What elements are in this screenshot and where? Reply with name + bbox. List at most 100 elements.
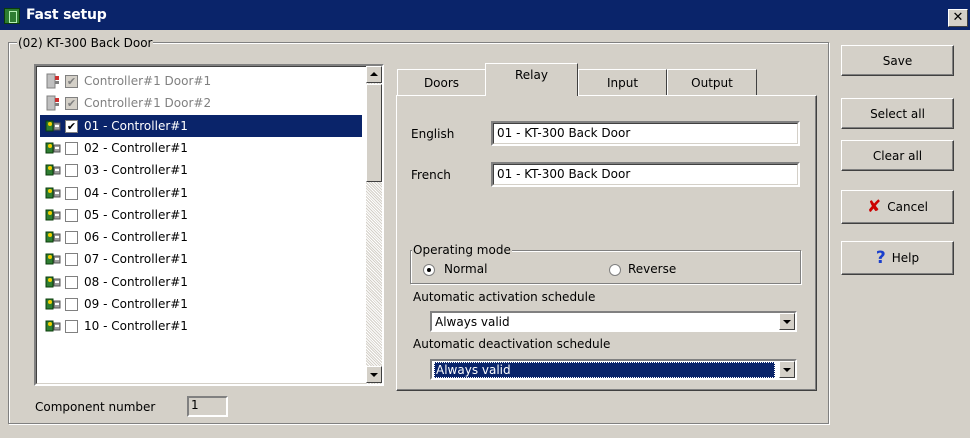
deactivation-schedule-value: Always valid xyxy=(434,362,775,378)
select-all-button-label: Select all xyxy=(870,106,925,121)
french-name-value: 01 - KT-300 Back Door xyxy=(497,167,631,181)
relay-icon xyxy=(45,229,61,245)
list-item-label: 10 - Controller#1 xyxy=(84,319,188,334)
list-item-checkbox[interactable]: ✔ xyxy=(65,119,78,133)
list-item[interactable]: 10 - Controller#1 xyxy=(40,315,362,337)
relay-icon xyxy=(45,140,61,156)
list-item-label: 08 - Controller#1 xyxy=(84,274,188,289)
english-name-value: 01 - KT-300 Back Door xyxy=(497,126,631,140)
list-item-label: 04 - Controller#1 xyxy=(84,185,188,200)
list-item-checkbox[interactable] xyxy=(65,275,78,289)
controller-list[interactable]: ✔ Controller#1 Door#1 ✔ Controller#1 Door#2… xyxy=(34,64,384,386)
list-item-label: 02 - Controller#1 xyxy=(84,140,188,155)
list-item[interactable]: 07 - Controller#1 xyxy=(40,248,362,270)
list-item[interactable]: 03 - Controller#1 xyxy=(40,159,362,181)
tab-input[interactable]: Input xyxy=(578,69,667,95)
list-item[interactable]: 05 - Controller#1 xyxy=(40,204,362,226)
cancel-button-label: Cancel xyxy=(887,200,928,214)
normal-radio-label[interactable]: Normal xyxy=(444,262,487,276)
window-title: Fast setup xyxy=(26,7,107,23)
list-item-label: 01 - Controller#1 xyxy=(84,118,188,133)
close-icon: ✕ xyxy=(952,10,964,25)
help-button[interactable]: ? Help xyxy=(841,241,954,275)
list-item-checkbox[interactable] xyxy=(65,186,78,200)
normal-radio[interactable] xyxy=(423,264,435,276)
list-item-checkbox[interactable] xyxy=(65,164,78,178)
scroll-up-button[interactable] xyxy=(366,66,382,83)
list-item[interactable]: 09 - Controller#1 xyxy=(40,293,362,315)
list-item-label: 09 - Controller#1 xyxy=(84,297,188,311)
list-item-label: 03 - Controller#1 xyxy=(84,163,188,178)
tab-doors-label: Doors xyxy=(423,76,460,90)
list-item-checkbox[interactable] xyxy=(65,208,78,222)
tab-output-label: Output xyxy=(691,76,733,90)
component-number-value: 1 xyxy=(191,398,199,412)
door-icon xyxy=(45,73,61,89)
list-item-checkbox[interactable] xyxy=(65,298,78,311)
relay-icon xyxy=(45,274,61,290)
save-button[interactable]: Save xyxy=(841,45,954,76)
list-item[interactable]: 06 - Controller#1 xyxy=(40,226,362,248)
close-icon: ✘ xyxy=(867,197,882,217)
select-all-button[interactable]: Select all xyxy=(841,98,954,129)
relay-icon xyxy=(45,296,61,312)
deactivation-schedule-label: Automatic deactivation schedule xyxy=(413,337,611,351)
english-name-input[interactable]: 01 - KT-300 Back Door xyxy=(491,121,800,146)
activation-dropdown-button[interactable] xyxy=(779,313,795,330)
list-item-label: Controller#1 Door#1 xyxy=(84,74,212,88)
list-item-checkbox[interactable] xyxy=(65,231,78,245)
relay-icon xyxy=(45,207,61,223)
reverse-radio[interactable] xyxy=(609,264,621,276)
relay-icon xyxy=(45,162,61,178)
component-number-label: Component number xyxy=(35,400,156,414)
list-item[interactable]: ✔ Controller#1 Door#2 xyxy=(40,92,362,114)
reverse-radio-label[interactable]: Reverse xyxy=(628,262,676,276)
chevron-down-icon xyxy=(783,320,791,324)
tab-doors[interactable]: Doors xyxy=(397,69,486,95)
list-item[interactable]: ✔ 01 - Controller#1 xyxy=(40,114,362,137)
door-icon xyxy=(45,95,61,111)
list-item-checkbox[interactable] xyxy=(65,320,78,334)
help-icon: ? xyxy=(875,248,886,268)
door-group-label: (02) KT-300 Back Door xyxy=(17,36,154,50)
activation-schedule-value: Always valid xyxy=(435,315,510,329)
list-item[interactable]: 02 - Controller#1 xyxy=(40,137,362,159)
list-item-label: 07 - Controller#1 xyxy=(84,252,188,267)
clear-all-button-label: Clear all xyxy=(872,148,923,163)
cancel-button[interactable]: ✘ Cancel xyxy=(841,190,954,224)
list-item-checkbox[interactable]: ✔ xyxy=(65,97,78,111)
app-icon xyxy=(4,8,20,24)
scroll-down-button[interactable] xyxy=(366,366,382,383)
tab-output[interactable]: Output xyxy=(667,69,757,95)
close-button[interactable]: ✕ xyxy=(948,9,968,27)
deactivation-schedule-select[interactable]: Always valid xyxy=(430,359,797,380)
list-item-checkbox[interactable] xyxy=(65,141,78,155)
activation-schedule-select[interactable]: Always valid xyxy=(430,311,797,332)
scroll-thumb[interactable] xyxy=(366,84,382,182)
list-item-checkbox[interactable] xyxy=(65,253,78,267)
tab-input-label: Input xyxy=(606,76,639,90)
relay-icon xyxy=(45,318,61,334)
operating-mode-label: Operating mode xyxy=(412,243,512,257)
french-name-input[interactable]: 01 - KT-300 Back Door xyxy=(491,162,800,187)
component-number-field[interactable]: 1 xyxy=(187,396,228,417)
tab-relay[interactable]: Relay xyxy=(485,63,578,96)
list-item-label: 06 - Controller#1 xyxy=(84,230,188,245)
scroll-up-icon xyxy=(370,72,378,76)
help-button-label: Help xyxy=(891,251,920,265)
relay-icon xyxy=(45,185,61,201)
title-bar[interactable] xyxy=(0,0,970,30)
list-scrollbar[interactable] xyxy=(366,66,382,384)
list-item[interactable]: 04 - Controller#1 xyxy=(40,182,362,204)
relay-icon xyxy=(45,251,61,267)
list-item-label: Controller#1 Door#2 xyxy=(84,96,212,111)
activation-schedule-label: Automatic activation schedule xyxy=(413,290,596,304)
deactivation-dropdown-button[interactable] xyxy=(779,361,795,378)
active-tab-joint xyxy=(486,95,577,97)
clear-all-button[interactable]: Clear all xyxy=(841,140,954,171)
list-item[interactable]: ✔ Controller#1 Door#1 xyxy=(40,70,362,92)
list-item-checkbox[interactable]: ✔ xyxy=(65,75,78,88)
list-item-label: 05 - Controller#1 xyxy=(84,207,188,222)
list-item[interactable]: 08 - Controller#1 xyxy=(40,271,362,293)
chevron-down-icon xyxy=(783,368,791,372)
